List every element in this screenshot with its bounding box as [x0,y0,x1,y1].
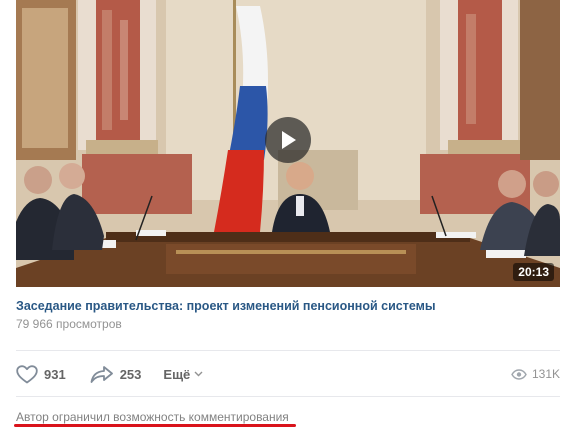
like-button[interactable]: 931 [16,364,66,384]
more-button[interactable]: Ещё [163,367,203,382]
more-label: Ещё [163,366,191,382]
video-player[interactable]: 20:13 [16,0,560,287]
heart-icon [16,364,38,383]
highlight-underline [14,424,296,427]
play-icon [282,131,296,149]
divider [16,396,560,397]
chevron-down-icon [194,371,203,377]
share-button[interactable]: 253 [90,365,142,383]
comments-disabled-notice: Автор ограничил возможность комментирова… [16,410,289,424]
share-count: 253 [119,366,142,382]
eye-icon [511,368,527,380]
like-count: 931 [44,366,66,382]
share-arrow-icon [90,366,113,383]
play-button[interactable] [265,117,311,163]
divider [16,350,560,351]
video-views: 79 966 просмотров [16,317,122,331]
video-duration: 20:13 [513,263,554,281]
video-title-link[interactable]: Заседание правительства: проект изменени… [16,299,436,313]
view-count-value: 131K [531,367,560,381]
view-count: 131K [511,367,560,381]
action-bar: 931 253 Ещё 131K [16,362,560,386]
